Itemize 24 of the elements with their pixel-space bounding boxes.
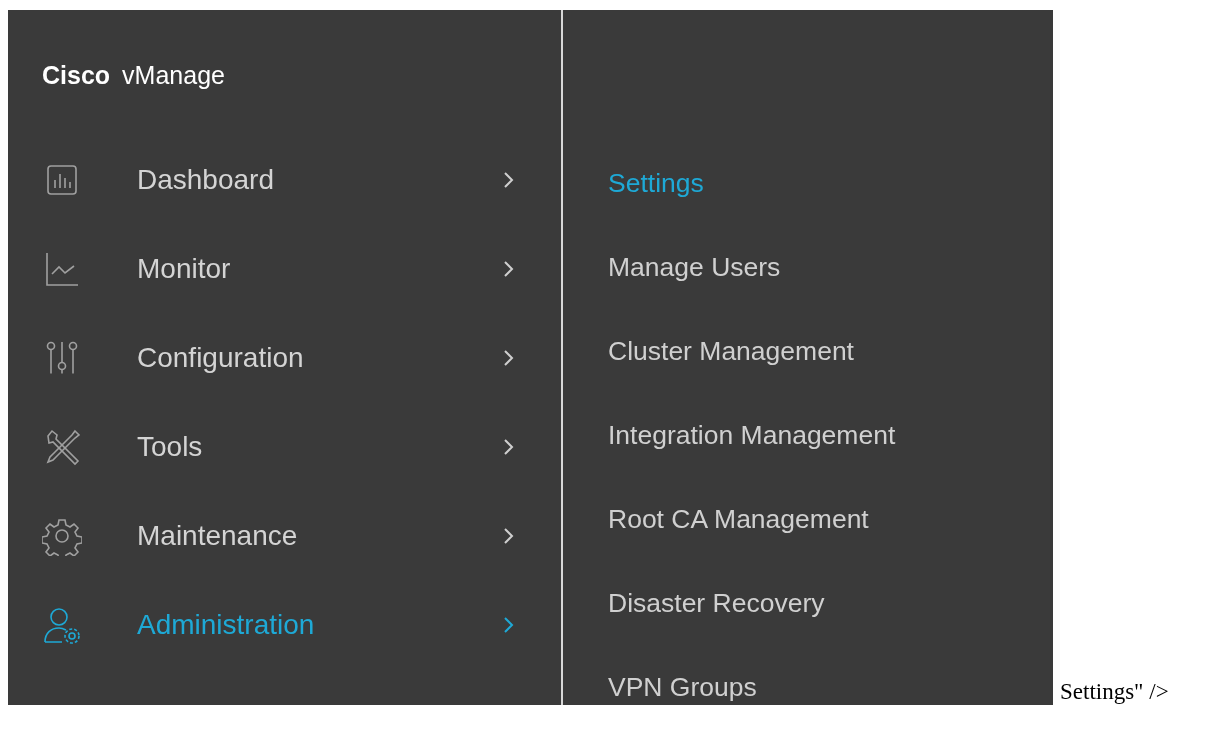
- submenu-item[interactable]: Manage Users: [608, 251, 781, 283]
- menu-item[interactable]: Administration: [42, 608, 561, 642]
- settings-icon: [42, 516, 82, 556]
- submenu-item[interactable]: Integration Management: [608, 419, 896, 451]
- menu-item[interactable]: Dashboard: [42, 163, 561, 197]
- user-settings-icon: [42, 605, 82, 645]
- stray-text: Settings" />: [1060, 680, 1169, 704]
- chevron-icon: [503, 438, 515, 456]
- submenu-item[interactable]: Root CA Management: [608, 503, 869, 535]
- submenu-item[interactable]: Settings: [608, 167, 704, 199]
- chevron-icon: [503, 349, 515, 367]
- submenu-item[interactable]: Cluster Management: [608, 335, 854, 367]
- chevron-icon: [503, 527, 515, 545]
- chevron-icon: [503, 171, 515, 189]
- submenu-item[interactable]: Disaster Recovery: [608, 587, 825, 619]
- brand-name: Cisco: [42, 60, 111, 90]
- menu-item[interactable]: Maintenance: [42, 519, 561, 553]
- submenu-item[interactable]: VPN Groups: [608, 671, 757, 703]
- menu-item[interactable]: Monitor: [42, 252, 561, 286]
- menu-item[interactable]: Tools: [42, 430, 561, 464]
- menu-item[interactable]: Configuration: [42, 341, 561, 375]
- chevron-icon: [503, 616, 515, 634]
- product-name: vManage: [122, 60, 225, 90]
- chevron-icon: [503, 260, 515, 278]
